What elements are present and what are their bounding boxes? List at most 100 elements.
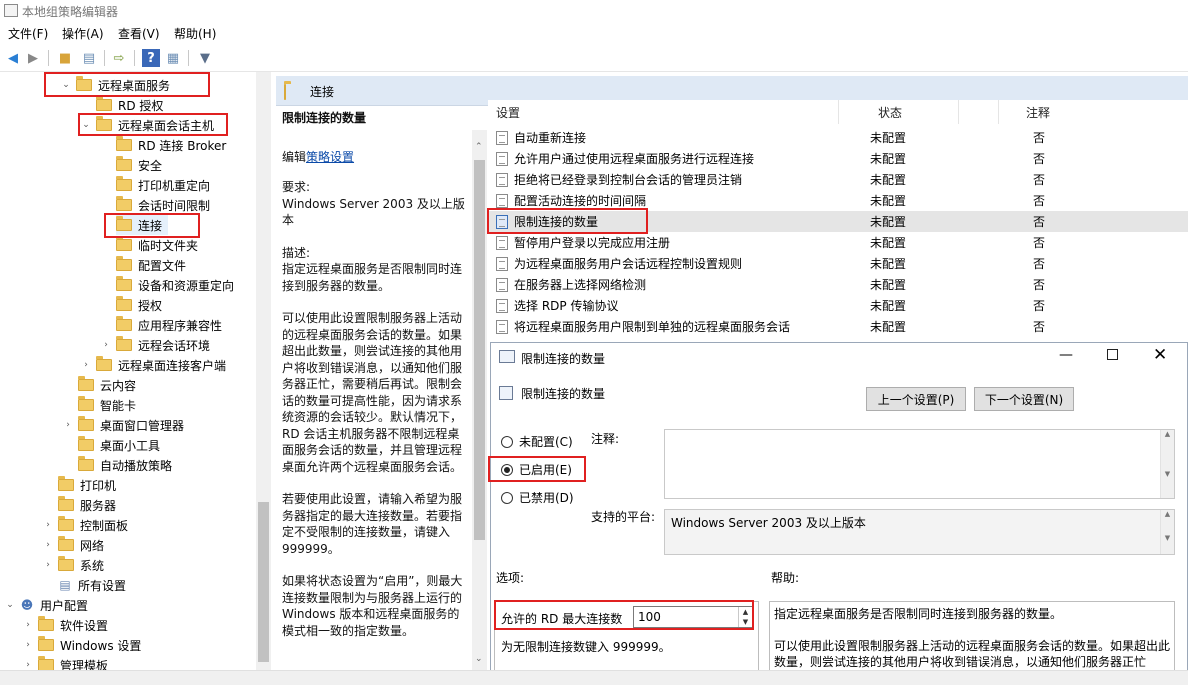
chevron-down-icon[interactable]: ⌄ xyxy=(4,600,16,610)
chevron-down-icon[interactable]: ⌄ xyxy=(80,120,92,130)
chevron-up-icon[interactable]: ⌃ xyxy=(475,142,483,152)
chevron-right-icon[interactable]: › xyxy=(42,520,54,530)
tree-item-rd-session-host[interactable]: ⌄ 远程桌面会话主机 xyxy=(80,115,214,135)
tree-item-app-compat[interactable]: 应用程序兼容性 xyxy=(116,315,222,335)
tree-item-security[interactable]: 安全 xyxy=(116,155,162,175)
tree-item-system[interactable]: › 系统 xyxy=(42,555,104,575)
policy-dialog: 限制连接的数量 — ✕ 限制连接的数量 上一个设置(P) 下一个设置(N) 未配… xyxy=(490,342,1188,685)
tree-item-temp-folders[interactable]: 临时文件夹 xyxy=(116,235,198,255)
tree-item-rd-licensing[interactable]: RD 授权 xyxy=(96,95,163,115)
back-icon[interactable]: ◀ xyxy=(4,49,22,67)
filter-icon[interactable]: ▼ xyxy=(196,49,214,67)
folder-icon xyxy=(116,336,132,351)
chevron-down-icon[interactable]: ⌄ xyxy=(60,80,72,90)
tree-item-device-redirection[interactable]: 设备和资源重定向 xyxy=(116,275,234,295)
tree-item-admin-templates[interactable]: › 管理模板 xyxy=(22,655,108,670)
platform-box: Windows Server 2003 及以上版本 ▲ ▼ xyxy=(664,509,1175,555)
chevron-right-icon[interactable]: › xyxy=(42,540,54,550)
tree-item-smart-card[interactable]: 智能卡 xyxy=(78,395,136,415)
dialog-icon xyxy=(499,350,515,363)
help-icon[interactable]: ? xyxy=(142,49,160,67)
list-row[interactable]: 为远程桌面服务用户会话远程控制设置规则 未配置否 xyxy=(488,253,1188,274)
chevron-right-icon[interactable]: › xyxy=(22,640,34,650)
chevron-right-icon[interactable]: › xyxy=(22,660,34,670)
tree-item-printer-redirection[interactable]: 打印机重定向 xyxy=(116,175,210,195)
prev-setting-button[interactable]: 上一个设置(P) xyxy=(866,387,966,411)
next-setting-button[interactable]: 下一个设置(N) xyxy=(974,387,1074,411)
up-folder-icon[interactable]: ■ xyxy=(56,49,74,67)
tree-item-remote-session-env[interactable]: › 远程会话环境 xyxy=(100,335,210,355)
list-row[interactable]: 暂停用户登录以完成应用注册 未配置否 xyxy=(488,232,1188,253)
folder-icon xyxy=(78,436,94,451)
policy-setting-icon xyxy=(496,298,508,313)
tree-item-server[interactable]: 服务器 xyxy=(58,495,116,515)
tree-item-rd-client[interactable]: › 远程桌面连接客户端 xyxy=(80,355,226,375)
tree-item-control-panel[interactable]: › 控制面板 xyxy=(42,515,128,535)
tree-item-dwm[interactable]: › 桌面窗口管理器 xyxy=(62,415,184,435)
folder-icon xyxy=(58,496,74,511)
title-bar: 本地组策略编辑器 xyxy=(0,0,1188,22)
tree-item-session-time-limits[interactable]: 会话时间限制 xyxy=(116,195,210,215)
close-icon[interactable]: ✕ xyxy=(1153,345,1167,365)
chevron-right-icon[interactable]: › xyxy=(62,420,74,430)
comment-textarea[interactable]: ▲ ▼ xyxy=(664,429,1175,499)
description-scrollbar-thumb[interactable] xyxy=(474,160,485,540)
list-row[interactable]: 自动重新连接 未配置否 xyxy=(488,127,1188,148)
tree-item-rd-connection-broker[interactable]: RD 连接 Broker xyxy=(116,135,226,155)
export-icon[interactable]: ⇨ xyxy=(110,49,128,67)
list-row[interactable]: 在服务器上选择网络检测 未配置否 xyxy=(488,274,1188,295)
list-row[interactable]: 允许用户通过使用远程桌面服务进行远程连接 未配置否 xyxy=(488,148,1188,169)
list-row[interactable]: 选择 RDP 传输协议 未配置否 xyxy=(488,295,1188,316)
menu-help[interactable]: 帮助(H) xyxy=(174,25,216,42)
console-tree-icon[interactable]: ▦ xyxy=(164,49,182,67)
tree-scrollbar[interactable] xyxy=(256,72,271,670)
column-setting[interactable]: 设置 xyxy=(496,104,520,121)
tree-item-connections[interactable]: 连接 xyxy=(116,215,169,235)
radio-enabled[interactable]: 已启用(E) xyxy=(501,461,572,478)
tree-item-autoplay[interactable]: 自动播放策略 xyxy=(78,455,172,475)
menu-action[interactable]: 操作(A) xyxy=(62,25,104,42)
maximize-icon[interactable] xyxy=(1107,349,1118,360)
chevron-right-icon[interactable]: › xyxy=(80,360,92,370)
chevron-down-icon[interactable]: ⌄ xyxy=(475,654,483,664)
max-connections-input[interactable]: 100 ▲ ▼ xyxy=(633,606,753,628)
requirements-text: Windows Server 2003 及以上版本 xyxy=(282,196,465,228)
tree-item-gadgets[interactable]: 桌面小工具 xyxy=(78,435,160,455)
tree-item-all-settings[interactable]: ▤ 所有设置 xyxy=(58,575,126,595)
radio-not-configured[interactable]: 未配置(C) xyxy=(501,433,573,450)
menu-file[interactable]: 文件(F) xyxy=(8,25,48,42)
chevron-right-icon[interactable]: › xyxy=(100,340,112,350)
list-row[interactable]: 将远程桌面服务用户限制到单独的远程桌面服务会话 未配置否 xyxy=(488,316,1188,337)
forward-icon[interactable]: ▶ xyxy=(24,49,42,67)
comment-scrollbar[interactable]: ▲ ▼ xyxy=(1160,430,1174,498)
show-hide-tree-icon[interactable]: ▤ xyxy=(80,49,98,67)
panel-header-title: 连接 xyxy=(310,85,335,99)
radio-disabled[interactable]: 已禁用(D) xyxy=(501,489,574,506)
folder-icon xyxy=(58,536,74,551)
list-row[interactable]: 拒绝将已经登录到控制台会话的管理员注销 未配置否 xyxy=(488,169,1188,190)
folder-icon xyxy=(116,216,132,231)
horizontal-scrollbar[interactable] xyxy=(0,670,1188,685)
tree-item-printers[interactable]: 打印机 xyxy=(58,475,116,495)
tree-item-cloud-content[interactable]: 云内容 xyxy=(78,375,136,395)
tree-item-software-settings[interactable]: › 软件设置 xyxy=(22,615,108,635)
tree-item-windows-settings[interactable]: › Windows 设置 xyxy=(22,635,141,655)
description-scrollbar[interactable]: ⌃ ⌄ xyxy=(472,130,487,670)
tree-item-licensing[interactable]: 授权 xyxy=(116,295,162,315)
chevron-right-icon[interactable]: › xyxy=(22,620,34,630)
platform-scrollbar[interactable]: ▲ ▼ xyxy=(1160,510,1174,554)
chevron-right-icon[interactable]: › xyxy=(42,560,54,570)
tree-item-user-config[interactable]: ⌄ ☻ 用户配置 xyxy=(4,595,88,615)
tree-scrollbar-thumb[interactable] xyxy=(258,502,269,662)
list-row-selected[interactable]: 限制连接的数量 未配置否 xyxy=(488,211,1188,232)
tree-item-remote-desktop-services[interactable]: ⌄ 远程桌面服务 xyxy=(60,75,170,95)
list-row[interactable]: 配置活动连接的时间间隔 未配置否 xyxy=(488,190,1188,211)
edit-policy-link[interactable]: 策略设置 xyxy=(306,150,354,164)
spin-buttons[interactable]: ▲ ▼ xyxy=(738,607,752,627)
column-note[interactable]: 注释 xyxy=(1026,104,1050,121)
column-state[interactable]: 状态 xyxy=(878,104,902,121)
tree-item-profiles[interactable]: 配置文件 xyxy=(116,255,186,275)
minimize-icon[interactable]: — xyxy=(1059,347,1073,363)
tree-item-network[interactable]: › 网络 xyxy=(42,535,104,555)
menu-view[interactable]: 查看(V) xyxy=(118,25,160,42)
